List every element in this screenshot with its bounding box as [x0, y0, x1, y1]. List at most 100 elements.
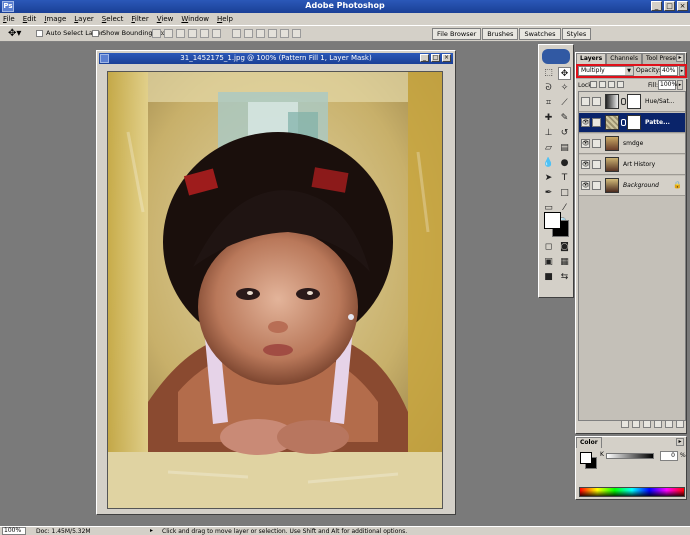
- layer-link-icon[interactable]: [592, 97, 601, 106]
- tab-channels[interactable]: Channels: [606, 53, 642, 64]
- menu-edit[interactable]: Edit: [23, 15, 37, 23]
- distribute-vcenter-icon[interactable]: [244, 29, 253, 38]
- full-screen-mode-icon[interactable]: ■: [542, 271, 555, 284]
- align-left-icon[interactable]: [188, 29, 197, 38]
- distribute-left-icon[interactable]: [268, 29, 277, 38]
- gradient-tool-icon[interactable]: ▤: [558, 142, 571, 155]
- path-selection-tool-icon[interactable]: ➤: [542, 172, 555, 185]
- slice-tool-icon[interactable]: ⟋: [558, 97, 571, 110]
- align-right-icon[interactable]: [212, 29, 221, 38]
- lock-transparency-icon[interactable]: [590, 81, 597, 88]
- layer-link-icon[interactable]: [592, 181, 601, 190]
- visibility-eye-icon[interactable]: 👁: [581, 160, 590, 169]
- maximize-button[interactable]: □: [664, 1, 675, 11]
- delete-layer-icon[interactable]: [676, 420, 684, 428]
- menu-view[interactable]: View: [157, 15, 174, 23]
- k-value-input[interactable]: 0: [660, 451, 678, 461]
- document-size-info[interactable]: Doc: 1.45M/5.32M: [36, 528, 91, 535]
- distribute-right-icon[interactable]: [292, 29, 301, 38]
- minimize-button[interactable]: _: [651, 1, 662, 11]
- status-menu-arrow-icon[interactable]: ▸: [150, 527, 158, 535]
- healing-brush-tool-icon[interactable]: ✚: [542, 112, 555, 125]
- distribute-bottom-icon[interactable]: [256, 29, 265, 38]
- shape-tool-icon[interactable]: □: [558, 187, 571, 200]
- visibility-eye-icon[interactable]: 👁: [581, 118, 590, 127]
- image-canvas[interactable]: [107, 71, 443, 509]
- layer-mask-active-icon[interactable]: [592, 118, 601, 127]
- adobe-online-button[interactable]: [542, 49, 570, 64]
- auto-select-checkbox[interactable]: [36, 29, 43, 37]
- color-foreground-swatch[interactable]: [580, 452, 592, 464]
- history-brush-tool-icon[interactable]: ↺: [558, 127, 571, 140]
- layer-link-icon[interactable]: [592, 160, 601, 169]
- layer-link-icon[interactable]: [592, 139, 601, 148]
- new-adjustment-layer-icon[interactable]: [654, 420, 662, 428]
- move-tool-icon[interactable]: ✥: [558, 67, 571, 80]
- menu-filter[interactable]: Filter: [131, 15, 148, 23]
- layer-row-background[interactable]: 👁 Background 🔒: [579, 176, 685, 196]
- blur-tool-icon[interactable]: 💧: [542, 157, 555, 170]
- jump-to-imageready-icon[interactable]: ⇆: [558, 271, 571, 284]
- distribute-hcenter-icon[interactable]: [280, 29, 289, 38]
- layer-row-pattern-fill[interactable]: 👁 Patte...: [579, 113, 685, 133]
- pen-tool-icon[interactable]: ✒: [542, 187, 555, 200]
- eraser-tool-icon[interactable]: ▱: [542, 142, 555, 155]
- palette-tab-swatches[interactable]: Swatches: [519, 28, 561, 40]
- add-mask-icon[interactable]: [632, 420, 640, 428]
- layer-row-hue-saturation[interactable]: Hue/Sat...: [579, 92, 685, 112]
- lasso-tool-icon[interactable]: ᘐ: [542, 82, 555, 95]
- close-button[interactable]: ×: [677, 1, 688, 11]
- panel-menu-arrow-icon[interactable]: ▸: [676, 438, 684, 446]
- quick-mask-mode-icon[interactable]: ◙: [558, 241, 571, 254]
- lock-position-icon[interactable]: [608, 81, 615, 88]
- new-set-icon[interactable]: [643, 420, 651, 428]
- color-spectrum-ramp[interactable]: [579, 487, 685, 497]
- standard-screen-mode-icon[interactable]: ▣: [542, 256, 555, 269]
- panel-menu-arrow-icon[interactable]: ▸: [676, 54, 684, 62]
- marquee-tool-icon[interactable]: ⬚: [542, 67, 555, 80]
- magic-wand-tool-icon[interactable]: ✧: [558, 82, 571, 95]
- visibility-eye-icon[interactable]: 👁: [581, 139, 590, 148]
- doc-minimize-button[interactable]: _: [420, 54, 429, 62]
- palette-tab-file-browser[interactable]: File Browser: [432, 28, 482, 40]
- align-top-icon[interactable]: [152, 29, 161, 38]
- doc-maximize-button[interactable]: □: [431, 54, 440, 62]
- full-screen-menu-mode-icon[interactable]: ▦: [558, 256, 571, 269]
- brush-tool-icon[interactable]: ✎: [558, 112, 571, 125]
- layer-style-icon[interactable]: [621, 420, 629, 428]
- menu-help[interactable]: Help: [217, 15, 233, 23]
- align-vcenter-icon[interactable]: [164, 29, 173, 38]
- lock-all-icon[interactable]: [617, 81, 624, 88]
- k-channel-slider[interactable]: [606, 453, 654, 459]
- menu-select[interactable]: Select: [102, 15, 124, 23]
- menu-window[interactable]: Window: [181, 15, 209, 23]
- menu-image[interactable]: Image: [44, 15, 66, 23]
- fill-slider-arrow-icon[interactable]: ▸: [677, 80, 683, 90]
- type-tool-icon[interactable]: T: [558, 172, 571, 185]
- bounding-box-checkbox[interactable]: [92, 29, 99, 37]
- crop-tool-icon[interactable]: ⌗: [542, 97, 555, 110]
- doc-close-button[interactable]: ×: [442, 54, 451, 62]
- standard-mode-icon[interactable]: ◻: [542, 241, 555, 254]
- mask-link-icon[interactable]: [621, 98, 626, 105]
- move-tool-preset-icon[interactable]: ✥▾: [8, 28, 30, 40]
- new-layer-icon[interactable]: [665, 420, 673, 428]
- layer-mask-thumbnail[interactable]: [627, 94, 641, 109]
- dodge-tool-icon[interactable]: ●: [558, 157, 571, 170]
- palette-tab-styles[interactable]: Styles: [561, 28, 592, 40]
- clone-stamp-tool-icon[interactable]: ⊥: [542, 127, 555, 140]
- layer-mask-thumbnail[interactable]: [627, 115, 641, 130]
- align-bottom-icon[interactable]: [176, 29, 185, 38]
- visibility-eye-icon[interactable]: [581, 97, 590, 106]
- fill-input[interactable]: 100%: [658, 80, 677, 90]
- menu-layer[interactable]: Layer: [74, 15, 94, 23]
- layer-row-art-history[interactable]: 👁 Art History: [579, 155, 685, 175]
- zoom-level-input[interactable]: 100%: [2, 527, 26, 535]
- tab-layers[interactable]: Layers: [576, 53, 607, 64]
- visibility-eye-icon[interactable]: 👁: [581, 181, 590, 190]
- align-hcenter-icon[interactable]: [200, 29, 209, 38]
- menu-file[interactable]: File: [3, 15, 15, 23]
- foreground-color-swatch[interactable]: [544, 212, 561, 229]
- lock-pixels-icon[interactable]: [599, 81, 606, 88]
- tab-color[interactable]: Color: [576, 437, 602, 448]
